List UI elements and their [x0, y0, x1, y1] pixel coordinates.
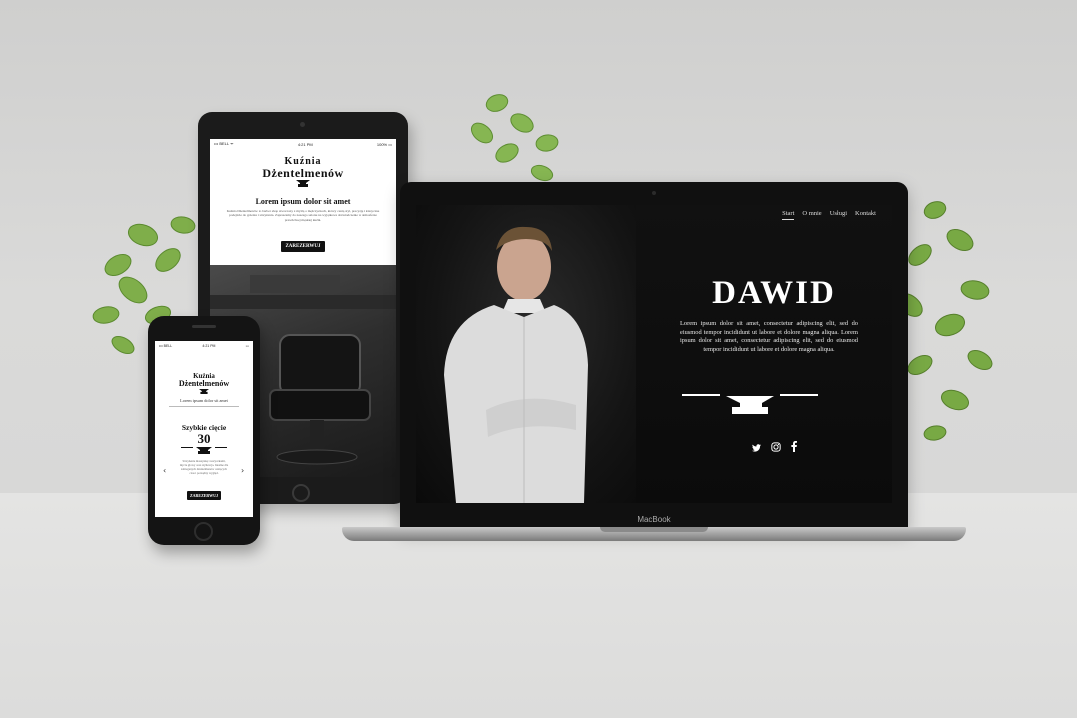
- time-label: 4:21 PM: [202, 344, 216, 348]
- battery-label: ▭: [245, 344, 249, 348]
- battery-label: 100% ▭: [376, 141, 392, 147]
- tablet-heading: Lorem ipsum dolor sit amet: [255, 197, 351, 206]
- plant-top: [470, 94, 559, 182]
- anvil-icon: [296, 180, 310, 187]
- instagram-icon[interactable]: [770, 442, 781, 455]
- nav-services[interactable]: Usługi: [830, 210, 847, 220]
- phone-status-bar: ••• BELL 4:21 PM ▭: [155, 341, 253, 351]
- nav-about[interactable]: O mnie: [802, 210, 821, 220]
- carrier-label: ••• BELL ᯤ: [214, 141, 234, 146]
- laptop-device: Start O mnie Usługi Kontakt DAWID Lorem …: [400, 182, 908, 529]
- carousel-next-icon[interactable]: ›: [241, 466, 244, 475]
- logo-line-2: Dżentelmenów: [262, 166, 344, 180]
- carrier-label: ••• BELL: [159, 344, 173, 348]
- laptop-notch: [600, 527, 708, 532]
- service-description: Strzyżenie maszynką i nożyczkami, mycie …: [179, 459, 229, 475]
- phone-logo[interactable]: Kuźnia Dżentelmenów: [155, 373, 253, 394]
- time-label: 4:21 PM: [297, 141, 313, 147]
- laptop-camera: [652, 191, 656, 195]
- portrait-photo: [416, 205, 636, 503]
- tablet-body-text: Kuźnia Dżentelmenów to barber shop stwor…: [226, 209, 380, 222]
- phone-device: ••• BELL 4:21 PM ▭ Kuźnia Dżentelmenów L…: [148, 316, 260, 545]
- service-price: 30: [197, 431, 211, 446]
- nav-contact[interactable]: Kontakt: [855, 210, 876, 220]
- facebook-icon[interactable]: [790, 441, 797, 455]
- twitter-icon[interactable]: [751, 444, 761, 455]
- phone-subtitle: Lorem ipsum dolor sit amet: [180, 398, 228, 403]
- anvil-icon: [199, 389, 209, 394]
- laptop-screen: Start O mnie Usługi Kontakt DAWID Lorem …: [416, 205, 892, 503]
- tablet-logo[interactable]: Kuźnia Dżentelmenów: [210, 157, 396, 187]
- portrait-illustration: [444, 226, 588, 503]
- phone-screen: ••• BELL 4:21 PM ▭ Kuźnia Dżentelmenów L…: [155, 341, 253, 517]
- reserve-button[interactable]: ZAREZERWUJ: [186, 490, 222, 500]
- phone-home-button[interactable]: [194, 522, 213, 541]
- anvil-divider-icon: [682, 394, 818, 414]
- hero-text: Lorem ipsum dolor sit amet, consectetur …: [680, 320, 858, 353]
- logo-line-2: Dżentelmenów: [178, 379, 230, 388]
- nav-start[interactable]: Start: [782, 210, 795, 220]
- divider-line: [169, 406, 239, 407]
- main-nav: Start O mnie Usługi Kontakt: [782, 210, 876, 220]
- reserve-button[interactable]: ZAREZERWUJ: [281, 241, 325, 253]
- anvil-icon: [181, 447, 227, 454]
- hero-title: DAWID: [712, 275, 836, 311]
- carousel-prev-icon[interactable]: ‹: [163, 466, 166, 475]
- phone-speaker: [192, 325, 216, 328]
- social-links: [636, 439, 892, 457]
- tablet-home-button[interactable]: [292, 484, 310, 502]
- tablet-camera: [300, 122, 305, 127]
- laptop-base: [342, 527, 966, 541]
- laptop-brand-label: MacBook: [637, 515, 671, 524]
- tablet-status-bar: ••• BELL ᯤ 4:21 PM 100% ▭: [210, 139, 396, 149]
- hero-content: Start O mnie Usługi Kontakt DAWID Lorem …: [636, 205, 892, 503]
